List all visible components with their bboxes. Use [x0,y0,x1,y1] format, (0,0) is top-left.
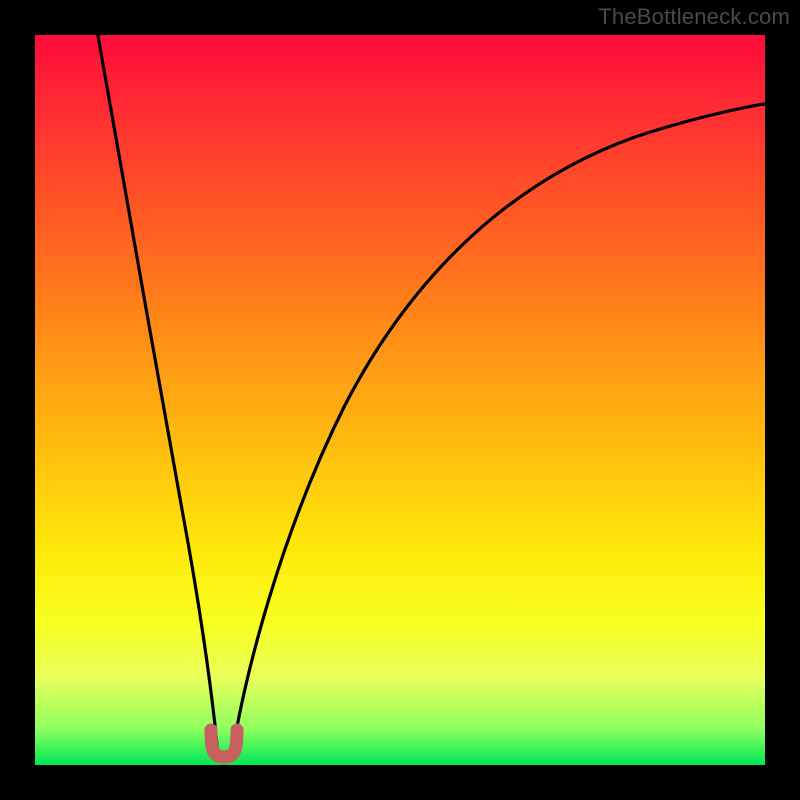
plot-area [35,35,765,765]
outer-frame: TheBottleneck.com [0,0,800,800]
curve-right-branch [232,103,770,755]
watermark-text: TheBottleneck.com [598,4,790,30]
chart-svg [35,35,765,765]
minimum-blob [211,730,237,757]
curve-left-branch [97,30,218,755]
